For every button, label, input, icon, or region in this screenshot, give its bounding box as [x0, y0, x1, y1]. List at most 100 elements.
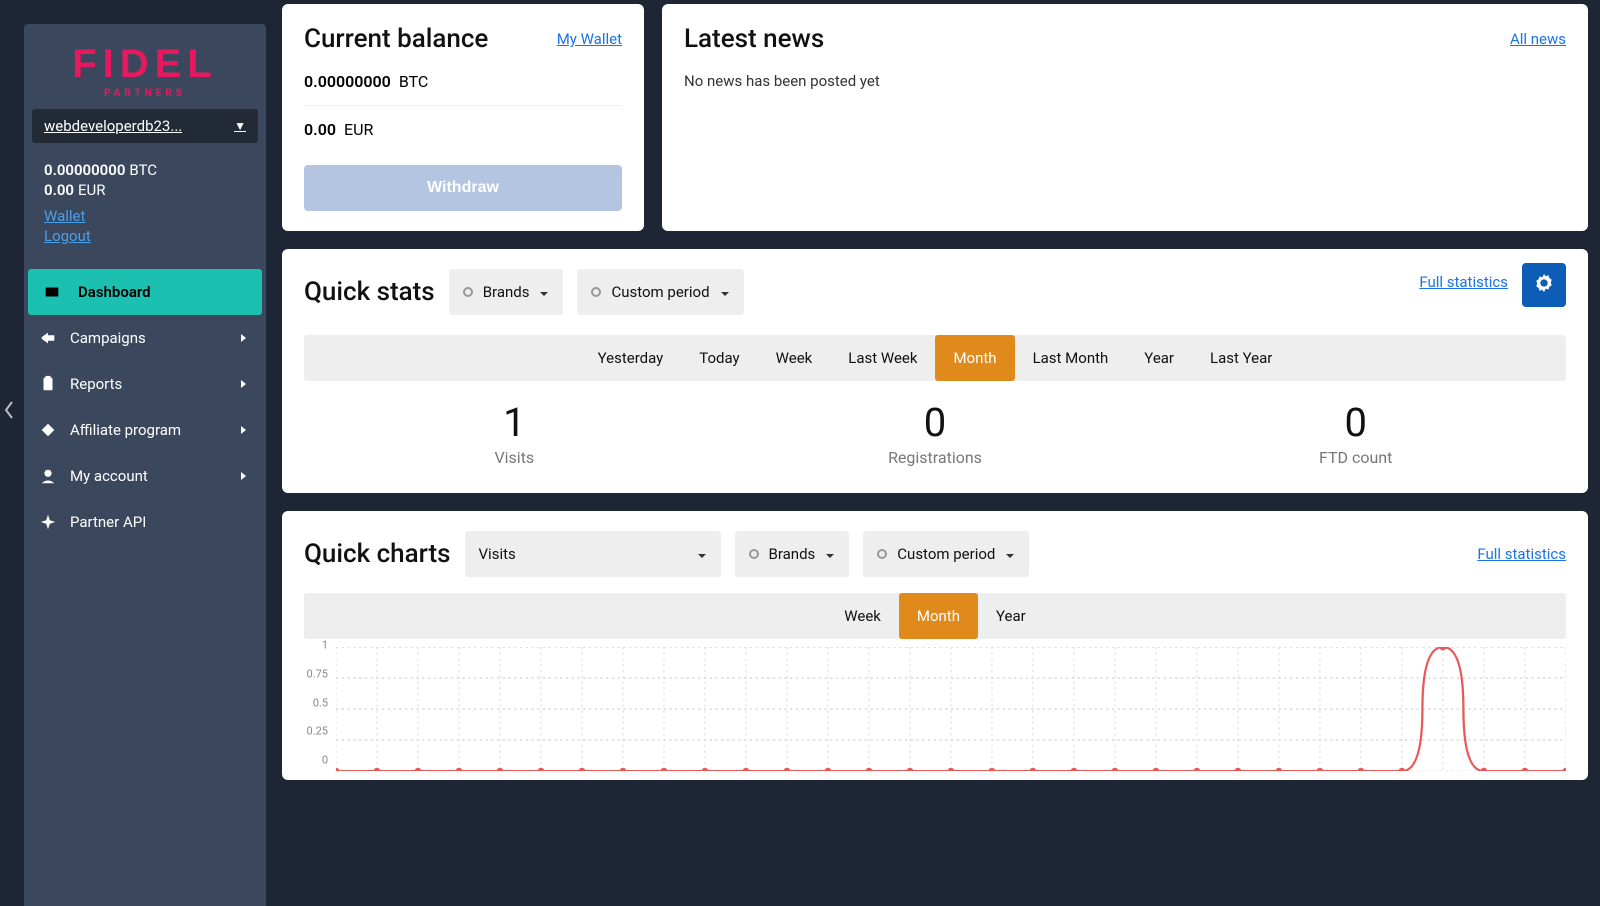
nav-reports-label: Reports — [70, 375, 240, 393]
balance-btc-amount: 0.00000000 — [304, 72, 391, 91]
qc-period-label: Custom period — [897, 545, 995, 563]
sidebar-eur-amount: 0.00 — [44, 181, 74, 199]
chevron-down-icon — [825, 545, 835, 563]
balance-title: Current balance — [304, 24, 488, 54]
y-tick: 0.5 — [313, 696, 328, 709]
logo-sub: PARTNERS — [44, 88, 246, 99]
withdraw-button[interactable]: Withdraw — [304, 165, 622, 211]
logo: FIDEL PARTNERS — [24, 24, 266, 109]
qc-brands-dropdown[interactable]: Brands — [735, 531, 850, 577]
sidebar-btc-amount: 0.00000000 — [44, 161, 125, 179]
dot-icon — [877, 549, 887, 559]
tab-last-month[interactable]: Last Month — [1015, 335, 1127, 381]
sidebar-collapse-handle[interactable] — [0, 395, 18, 425]
tab-last-week[interactable]: Last Week — [830, 335, 935, 381]
dot-icon — [749, 549, 759, 559]
my-wallet-link[interactable]: My Wallet — [557, 30, 622, 48]
tab-week[interactable]: Week — [758, 335, 831, 381]
nav-partnerapi[interactable]: Partner API — [24, 499, 266, 545]
stat-visits: 1Visits — [304, 399, 725, 467]
tab-yesterday[interactable]: Yesterday — [580, 335, 682, 381]
tab-last-year[interactable]: Last Year — [1192, 335, 1290, 381]
news-title: Latest news — [684, 24, 824, 54]
news-card: Latest news All news No news has been po… — [662, 4, 1588, 231]
chevron-down-icon: ▼ — [234, 119, 246, 133]
metric-dropdown[interactable]: Visits — [465, 531, 721, 577]
full-statistics-link[interactable]: Full statistics — [1419, 273, 1508, 291]
period-label: Custom period — [611, 283, 709, 301]
nav-affiliate-label: Affiliate program — [70, 421, 240, 439]
metric-label: Visits — [479, 545, 516, 563]
account-selector[interactable]: webdeveloperdb23... ▼ — [32, 109, 258, 143]
nav-dashboard[interactable]: Dashboard — [28, 269, 262, 315]
nav: Dashboard Campaigns Reports Affiliate pr… — [24, 269, 266, 545]
quickstats-card: Quick stats Brands Custom period Full st… — [282, 249, 1588, 493]
sidebar-btc-cur: BTC — [129, 161, 157, 179]
chevron-right-icon — [240, 467, 256, 485]
sidebar-balance: 0.00000000BTC 0.00EUR Wallet Logout — [32, 155, 258, 259]
balance-btc-cur: BTC — [399, 72, 429, 91]
stat-label: FTD count — [1145, 448, 1566, 467]
settings-button[interactable] — [1522, 263, 1566, 307]
diamond-icon — [34, 421, 62, 439]
user-icon — [34, 467, 62, 485]
qc-period-dropdown[interactable]: Custom period — [863, 531, 1029, 577]
stat-label: Registrations — [725, 448, 1146, 467]
nav-campaigns-label: Campaigns — [70, 329, 240, 347]
all-news-link[interactable]: All news — [1510, 30, 1566, 48]
news-body: No news has been posted yet — [684, 72, 1566, 90]
tab-month[interactable]: Month — [935, 335, 1014, 381]
gear-icon — [1533, 272, 1555, 298]
stat-value: 0 — [725, 399, 1146, 446]
y-tick: 0 — [322, 754, 328, 767]
y-tick: 1 — [322, 639, 328, 652]
dashboard-icon — [38, 283, 66, 301]
account-name: webdeveloperdb23... — [44, 117, 182, 135]
chevron-right-icon — [240, 329, 256, 347]
balance-eur-cur: EUR — [344, 120, 373, 139]
chevron-down-icon — [697, 545, 707, 563]
qc-tab-month[interactable]: Month — [899, 593, 978, 639]
nav-reports[interactable]: Reports — [24, 361, 266, 407]
stat-ftd-count: 0 FTD count — [1145, 399, 1566, 467]
tab-year[interactable]: Year — [1126, 335, 1192, 381]
nav-affiliate[interactable]: Affiliate program — [24, 407, 266, 453]
clipboard-icon — [34, 375, 62, 393]
y-tick: 0.25 — [307, 725, 328, 738]
logout-link[interactable]: Logout — [44, 227, 246, 245]
sidebar-eur-cur: EUR — [78, 181, 106, 199]
quickcharts-card: Quick charts Visits Brands Custom period… — [282, 511, 1588, 780]
megaphone-icon — [34, 329, 62, 347]
quickstats-values: 1Visits0Registrations0FTD count — [304, 399, 1566, 467]
chevron-right-icon — [240, 421, 256, 439]
chevron-down-icon — [720, 283, 730, 301]
y-tick: 0.75 — [307, 667, 328, 680]
quickstats-title: Quick stats — [304, 277, 435, 307]
wallet-link[interactable]: Wallet — [44, 207, 246, 225]
dot-icon — [591, 287, 601, 297]
qc-brands-label: Brands — [769, 545, 816, 563]
period-dropdown[interactable]: Custom period — [577, 269, 743, 315]
nav-partnerapi-label: Partner API — [70, 513, 256, 531]
brands-label: Brands — [483, 283, 530, 301]
chart-svg — [336, 647, 1566, 771]
chevron-down-icon — [1005, 545, 1015, 563]
quickcharts-tabs: WeekMonthYear — [304, 593, 1566, 639]
stat-value: 0 — [1145, 399, 1566, 446]
brands-dropdown[interactable]: Brands — [449, 269, 564, 315]
quickcharts-title: Quick charts — [304, 539, 451, 569]
nav-myaccount-label: My account — [70, 467, 240, 485]
nav-myaccount[interactable]: My account — [24, 453, 266, 499]
qc-tab-year[interactable]: Year — [978, 593, 1044, 639]
nav-dashboard-label: Dashboard — [78, 283, 252, 301]
stat-value: 1 — [304, 399, 725, 446]
sidebar: FIDEL PARTNERS webdeveloperdb23... ▼ 0.0… — [24, 24, 266, 906]
chart: 10.750.50.250 — [304, 645, 1566, 760]
qc-tab-week[interactable]: Week — [826, 593, 899, 639]
logo-main: FIDEL — [44, 44, 246, 84]
nav-campaigns[interactable]: Campaigns — [24, 315, 266, 361]
tab-today[interactable]: Today — [681, 335, 757, 381]
qc-full-statistics-link[interactable]: Full statistics — [1477, 545, 1566, 563]
main: Current balance My Wallet 0.00000000BTC … — [282, 0, 1600, 906]
api-icon — [34, 513, 62, 531]
